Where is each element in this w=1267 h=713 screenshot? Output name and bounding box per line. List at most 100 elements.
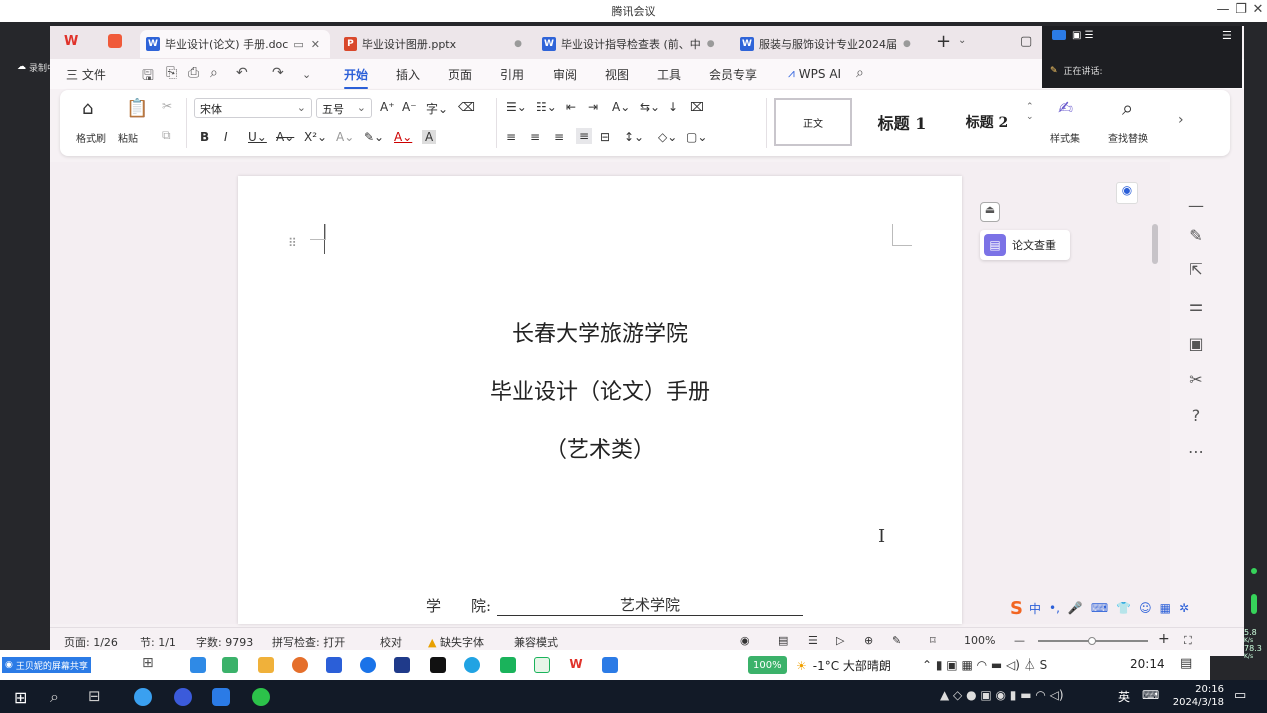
format-painter-label[interactable]: 格式刷 [76,130,106,145]
text-direction-icon[interactable]: A⌄ [612,100,630,114]
find-replace-label[interactable]: 查找替换 [1108,130,1148,145]
meeting-icon[interactable] [602,657,618,673]
tab-fashion-design[interactable]: W 服装与服饰设计专业2024届 ● [734,30,930,58]
zoom-in-icon[interactable]: + [1158,631,1170,647]
share-icon[interactable]: ⎘ [166,65,177,81]
quick-access-chevron-icon[interactable]: ⌄ [302,68,311,81]
decrease-indent-icon[interactable]: ⇤ [566,100,576,114]
menu-view[interactable]: 视图 [605,66,629,83]
more-icon[interactable]: ⋯ [1185,442,1207,464]
notification-icon[interactable]: ▤ [1180,656,1192,671]
menu-review[interactable]: 审阅 [553,66,577,83]
page-indicator[interactable]: 页面: 1/26 [64,634,118,650]
host-tray-icons[interactable]: ▲ ◇ ● ▣ ◉ ▮ ▬ ◠ ◁) [940,688,1064,702]
meeting-minimize-icon[interactable] [1052,30,1066,40]
clear-format-icon[interactable]: ⌫ [458,100,475,114]
save-icon[interactable]: 🖫 [142,65,154,89]
align-right-icon[interactable]: ≡ [554,130,564,144]
line-break-icon[interactable]: ⇆⌄ [640,100,660,114]
undo-icon[interactable]: ↶ [236,65,248,81]
style-heading-2[interactable]: 标题 2 [952,98,1022,146]
menu-references[interactable]: 引用 [500,66,524,83]
tab-thesis-handbook[interactable]: W 毕业设计(论文) 手册.doc ▭ ✕ [140,30,330,58]
menu-page[interactable]: 页面 [448,66,472,83]
weather-widget[interactable]: ☀ -1°C 大部晴朗 [796,657,891,674]
zoom-slider[interactable] [1038,637,1148,645]
vertical-scrollbar[interactable] [1152,184,1158,624]
pdf-tab-icon[interactable] [108,34,122,48]
missing-font[interactable]: ▲ 缺失字体 [428,634,484,650]
bold-icon[interactable]: B [200,130,209,144]
pen-icon[interactable]: ✎ [1185,226,1207,248]
outline-view-icon[interactable]: ☰ [808,634,818,647]
copy-icon[interactable]: ⧉ [162,128,171,143]
word-count[interactable]: 字数: 9793 [196,634,253,650]
start-icon[interactable]: ⊞ [14,688,27,707]
shrink-font-icon[interactable]: A⁻ [402,100,417,114]
new-tab-icon[interactable]: + [936,31,951,52]
redo-icon[interactable]: ↷ [272,65,284,81]
app-icon[interactable] [222,657,238,673]
wps-icon[interactable]: W [568,657,584,673]
keyboard-icon[interactable]: ⌨ [1142,688,1159,702]
phonetic-guide-icon[interactable]: 字⌄ [426,100,448,117]
tab-guidance-checklist[interactable]: W 毕业设计指导检查表 (前、中 ● [536,30,728,58]
paste-label[interactable]: 粘贴 [118,130,138,145]
edge-icon[interactable] [190,657,206,673]
browser-icon[interactable] [464,657,480,673]
increase-indent-icon[interactable]: ⇥ [588,100,598,114]
window-mode-icon[interactable]: ▢ [1020,34,1032,49]
meeting-window-icon[interactable]: ▣ ☰ [1072,30,1094,41]
app-icon[interactable] [174,688,192,706]
menu-insert[interactable]: 插入 [396,66,420,83]
cut-icon[interactable]: ✂ [162,99,172,113]
input-language[interactable]: 英 [1118,688,1130,705]
remote-clock[interactable]: 20:14 [1130,657,1165,671]
italic-icon[interactable]: I [224,130,228,144]
find-icon[interactable]: ⌕ [1122,96,1133,120]
numbered-list-icon[interactable]: ☷⌄ [536,100,557,114]
app-icon[interactable] [326,657,342,673]
app-icon[interactable] [360,657,376,673]
menu-member[interactable]: 会员专享 [709,66,757,83]
scrollbar-thumb[interactable] [1152,224,1158,264]
format-painter-icon[interactable]: ⌂ [82,98,93,119]
borders-icon[interactable]: ▢⌄ [686,130,707,144]
proofread[interactable]: 校对 [380,634,402,650]
superscript-icon[interactable]: X²⌄ [304,130,327,144]
style-normal[interactable]: 正文 [774,98,852,146]
justify-icon[interactable]: ≡ [576,128,593,144]
tray-icons[interactable]: ⌃ ▮ ▣ ▦ ◠ ▬ ◁) ⏃ S [922,656,1047,673]
section-indicator[interactable]: 节: 1/1 [140,634,176,650]
style-set-label[interactable]: 样式集 [1050,130,1080,145]
menu-tools[interactable]: 工具 [657,66,681,83]
minus-icon[interactable]: — [1185,196,1207,218]
wps-logo-icon[interactable]: W [64,34,78,49]
font-size-select[interactable]: 五号 ⌄ [316,98,372,118]
menu-home[interactable]: 开始 [344,66,369,89]
char-shading-icon[interactable]: A [422,130,437,144]
image-edit-icon[interactable]: ▣ [1185,334,1207,356]
explorer-icon[interactable] [258,657,274,673]
host-clock[interactable]: 20:16 2024/3/18 [1164,683,1224,709]
style-set-icon[interactable]: ✍ [1058,98,1073,119]
photoshop-icon[interactable] [394,657,410,673]
fullscreen-icon[interactable]: ⛶ [1184,634,1192,648]
browser-icon[interactable] [134,688,152,706]
chrome-icon[interactable] [292,657,308,673]
meeting-icon[interactable] [212,688,230,706]
search-icon[interactable]: ⌕ [856,65,864,81]
align-left-icon[interactable]: ≡ [506,130,516,144]
bullet-list-icon[interactable]: ☰⌄ [506,100,527,114]
font-color-icon[interactable]: A⌄ [394,130,412,144]
grow-font-icon[interactable]: A⁺ [380,100,395,114]
task-view-icon[interactable]: ⊞ [142,655,154,671]
zoom-level[interactable]: 100% [964,634,995,647]
music-icon[interactable] [430,657,446,673]
task-view-icon[interactable]: ⊟ [88,687,101,705]
ribbon-expand-icon[interactable]: › [1178,112,1184,128]
line-spacing-icon[interactable]: ↕⌄ [624,130,644,144]
web-view-icon[interactable]: ⊕ [864,634,873,647]
strikethrough-icon[interactable]: A⌄ [276,130,294,144]
highlight-icon[interactable]: ✎⌄ [364,130,384,144]
